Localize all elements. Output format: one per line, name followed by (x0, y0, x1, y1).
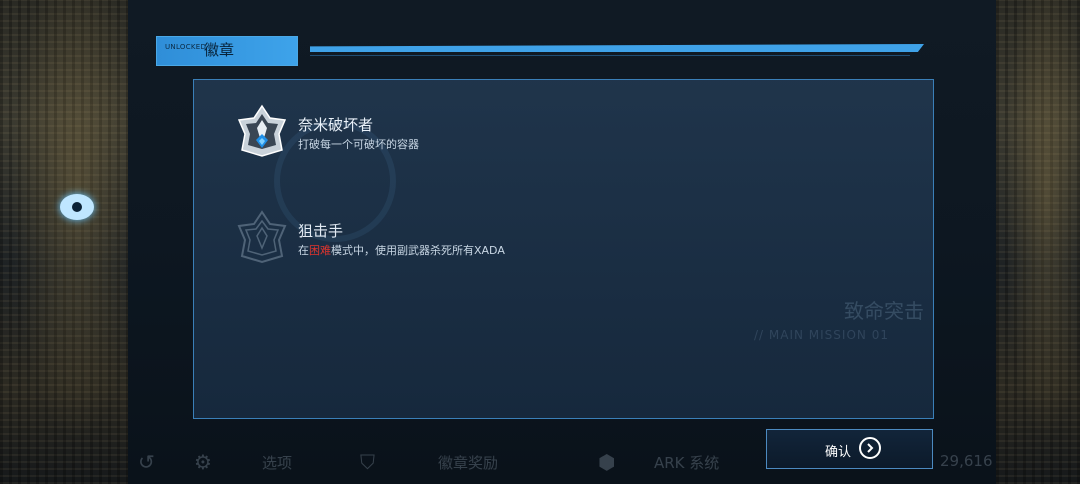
badge-name: 狙击手 (298, 222, 344, 240)
badge-panel: 致命突击 // MAIN MISSION 01 奈米破坏者 打破每一个可破坏的容… (193, 79, 934, 419)
right-city-backdrop (996, 0, 1080, 484)
mission-sub-bg: // MAIN MISSION 01 (754, 328, 889, 342)
confirm-label: 确认 (825, 445, 852, 460)
unlocked-label: UNLOCKED (165, 43, 207, 51)
locked-badge-icon (237, 210, 287, 264)
left-city-backdrop (0, 0, 128, 484)
difficulty-highlight: 困难 (309, 244, 331, 257)
back-icon[interactable]: ↺ (138, 450, 155, 474)
currency-amount: 29,616 (940, 452, 993, 470)
confirm-button[interactable]: 确认 (766, 429, 933, 469)
mission-title-bg: 致命突击 (844, 299, 924, 323)
gear-icon[interactable]: ⚙ (194, 450, 212, 474)
ark-icon[interactable]: ⬢ (598, 450, 615, 474)
header-tab: UNLOCKED 徽章 (156, 36, 298, 66)
badge-name: 奈米破坏者 (298, 116, 374, 134)
arrow-right-icon (859, 437, 881, 459)
header-divider (310, 55, 910, 56)
badge-description: 打破每一个可破坏的容器 (298, 138, 419, 151)
page-title: 徽章 (204, 41, 235, 59)
badge-icon[interactable]: ⛉ (360, 450, 375, 474)
eye-toggle-icon[interactable] (60, 194, 94, 220)
options-label[interactable]: 选项 (262, 452, 292, 473)
badge-description: 在困难模式中，使用副武器杀死所有XADA (298, 242, 505, 258)
desc-suffix: 模式中，使用副武器杀死所有XADA (331, 244, 505, 257)
star-badge-icon (237, 104, 287, 157)
desc-prefix: 在 (298, 244, 309, 257)
badge-rewards-label[interactable]: 徽章奖励 (438, 452, 498, 473)
ark-label[interactable]: ARK 系统 (654, 452, 719, 473)
